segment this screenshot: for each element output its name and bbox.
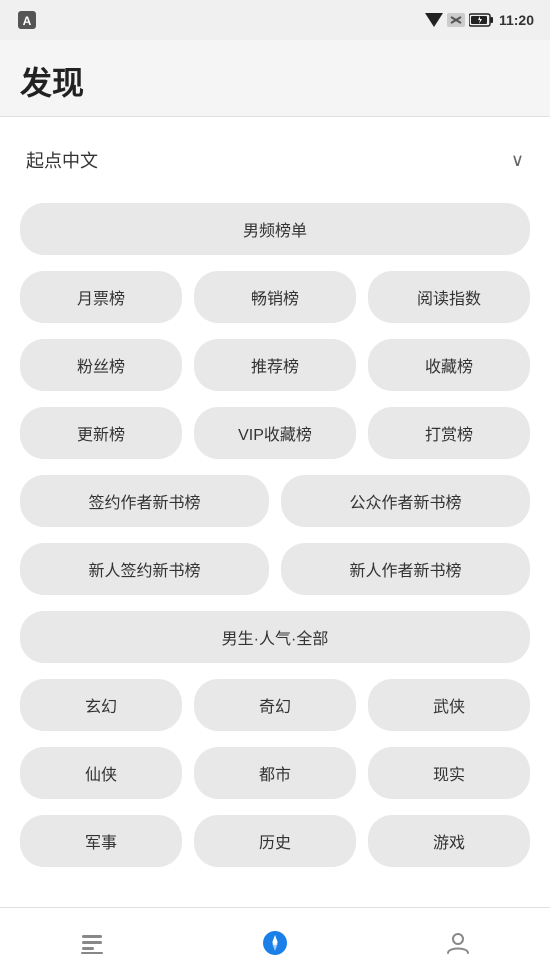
bestseller-button[interactable]: 畅销榜: [194, 271, 356, 323]
profile-icon: [444, 929, 472, 957]
chart-row-5: 新人签约新书榜 新人作者新书榜: [20, 543, 530, 595]
main-content: 起点中文 ∨ 男频榜单 月票榜 畅销榜 阅读指数 粉丝榜 推荐榜 收藏榜 更新榜…: [0, 117, 550, 907]
status-right: 11:20: [425, 12, 534, 28]
male-chart-button[interactable]: 男频榜单: [20, 203, 530, 255]
update-button[interactable]: 更新榜: [20, 407, 182, 459]
nav-discover[interactable]: [183, 908, 366, 977]
signed-author-new-button[interactable]: 签约作者新书榜: [20, 475, 269, 527]
recommend-button[interactable]: 推荐榜: [194, 339, 356, 391]
chart-row-1: 月票榜 畅销榜 阅读指数: [20, 271, 530, 323]
dushi-button[interactable]: 都市: [194, 747, 356, 799]
genre-row-3: 军事 历史 游戏: [20, 815, 530, 867]
compass-icon: [261, 929, 289, 957]
new-signed-button[interactable]: 新人签约新书榜: [20, 543, 269, 595]
reading-index-button[interactable]: 阅读指数: [368, 271, 530, 323]
chart-row-2: 粉丝榜 推荐榜 收藏榜: [20, 339, 530, 391]
page-header: 发现: [0, 40, 550, 116]
dropdown-label: 起点中文: [26, 147, 98, 173]
genre-row-2: 仙侠 都市 现实: [20, 747, 530, 799]
junshi-button[interactable]: 军事: [20, 815, 182, 867]
page-title: 发现: [20, 58, 530, 104]
male-popular-all-button[interactable]: 男生·人气·全部: [20, 611, 530, 663]
public-author-new-button[interactable]: 公众作者新书榜: [281, 475, 530, 527]
vip-collect-button[interactable]: VIP收藏榜: [194, 407, 356, 459]
chevron-down-icon: ∨: [511, 150, 524, 171]
bottom-navigation: [0, 907, 550, 977]
collect-button[interactable]: 收藏榜: [368, 339, 530, 391]
status-icons: [425, 13, 493, 27]
status-time: 11:20: [499, 12, 534, 28]
svg-text:A: A: [23, 14, 32, 28]
youxi-button[interactable]: 游戏: [368, 815, 530, 867]
monthly-ticket-button[interactable]: 月票榜: [20, 271, 182, 323]
chart-row-3: 更新榜 VIP收藏榜 打赏榜: [20, 407, 530, 459]
chart-row-4: 签约作者新书榜 公众作者新书榜: [20, 475, 530, 527]
status-app-icon: A: [16, 9, 38, 31]
bookshelf-icon: [78, 929, 106, 957]
source-dropdown[interactable]: 起点中文 ∨: [20, 137, 530, 183]
xuanhuan-button[interactable]: 玄幻: [20, 679, 182, 731]
genre-row-1: 玄幻 奇幻 武侠: [20, 679, 530, 731]
xianshi-button[interactable]: 现实: [368, 747, 530, 799]
new-author-button[interactable]: 新人作者新书榜: [281, 543, 530, 595]
status-bar: A 11:20: [0, 0, 550, 40]
tip-button[interactable]: 打赏榜: [368, 407, 530, 459]
qihuan-button[interactable]: 奇幻: [194, 679, 356, 731]
xianxia-button[interactable]: 仙侠: [20, 747, 182, 799]
nav-bookshelf[interactable]: [0, 908, 183, 977]
lishi-button[interactable]: 历史: [194, 815, 356, 867]
nav-profile[interactable]: [367, 908, 550, 977]
fans-button[interactable]: 粉丝榜: [20, 339, 182, 391]
wuxia-button[interactable]: 武侠: [368, 679, 530, 731]
